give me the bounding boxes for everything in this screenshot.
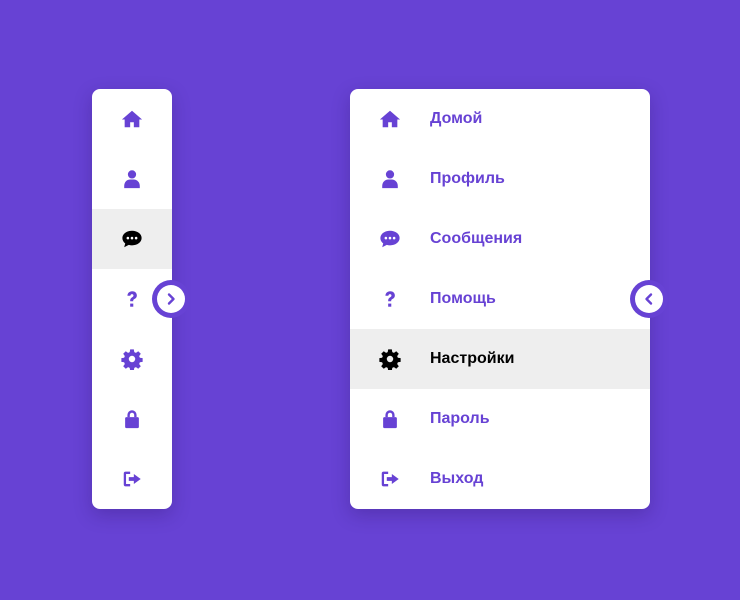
sidebar-item-profile[interactable]: Профиль [350,149,650,209]
chat-icon [378,227,402,251]
sidebar-item-label: Пароль [430,410,490,427]
logout-icon [120,467,144,491]
question-icon [378,287,402,311]
question-icon [120,287,144,311]
sidebar-item-home[interactable]: Домой [350,89,650,149]
collapsed-item-settings[interactable] [92,329,172,389]
collapsed-item-logout[interactable] [92,449,172,509]
sidebar-item-label: Домой [430,110,483,127]
sidebar-item-label: Профиль [430,170,505,187]
expanded-menu: Домой Профиль Сообщения Помощь Настройки… [350,89,650,509]
chat-icon [120,227,144,251]
chevron-left-icon [635,285,663,313]
chevron-right-icon [157,285,185,313]
collapsed-item-home[interactable] [92,89,172,149]
sidebar-item-label: Настройки [430,350,515,367]
sidebar-item-password[interactable]: Пароль [350,389,650,449]
home-icon [120,107,144,131]
collapsed-item-password[interactable] [92,389,172,449]
user-icon [120,167,144,191]
gear-icon [378,347,402,371]
sidebar-item-help[interactable]: Помощь [350,269,650,329]
lock-icon [378,407,402,431]
collapsed-item-profile[interactable] [92,149,172,209]
sidebar-item-settings[interactable]: Настройки [350,329,650,389]
sidebar-item-messages[interactable]: Сообщения [350,209,650,269]
lock-icon [120,407,144,431]
logout-icon [378,467,402,491]
gear-icon [120,347,144,371]
sidebar-item-label: Сообщения [430,230,523,247]
collapsed-item-messages[interactable] [92,209,172,269]
home-icon [378,107,402,131]
sidebar-item-label: Помощь [430,290,496,307]
expand-sidebar-button[interactable] [152,280,190,318]
sidebar-item-logout[interactable]: Выход [350,449,650,509]
collapse-sidebar-button[interactable] [630,280,668,318]
user-icon [378,167,402,191]
expanded-sidebar: Домой Профиль Сообщения Помощь Настройки… [350,89,650,509]
sidebar-item-label: Выход [430,470,484,487]
